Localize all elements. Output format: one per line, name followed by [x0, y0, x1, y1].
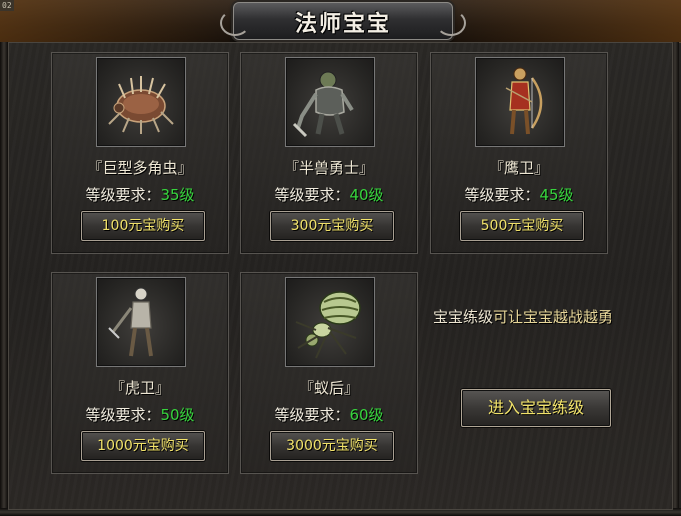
buy-button[interactable]: 300元宝购买 [270, 211, 394, 241]
requirement-label: 等级要求： [464, 186, 540, 204]
title-bar-flare-left [0, 0, 230, 42]
title-bar-flare-right [451, 0, 681, 42]
corner-tag: 02 [0, 0, 14, 11]
requirement-label: 等级要求： [85, 186, 161, 204]
buy-button[interactable]: 100元宝购买 [81, 211, 205, 241]
eagle-guard-archer-icon [475, 57, 565, 147]
pet-name: 『巨型多角虫』 [87, 159, 193, 177]
pet-name: 『虎卫』 [109, 379, 170, 397]
promo-part1: 宝宝练级 [433, 308, 494, 326]
buy-button[interactable]: 3000元宝购买 [270, 431, 394, 461]
frame-left-edge [0, 42, 8, 516]
orc-warrior-icon [285, 57, 375, 147]
level-requirement: 等级要求：50级 [52, 404, 228, 425]
pet-card-orc-warrior: 『半兽勇士』 等级要求：40级 300元宝购买 [240, 52, 418, 254]
required-level: 45级 [539, 186, 574, 204]
level-requirement: 等级要求：35级 [52, 184, 228, 205]
buy-button[interactable]: 500元宝购买 [460, 211, 584, 241]
giant-beetle-icon [96, 57, 186, 147]
pet-card-ant-queen: 『蚁后』 等级要求：60级 3000元宝购买 [240, 272, 418, 474]
window-title: 法师宝宝 [294, 12, 391, 37]
pet-name: 『半兽勇士』 [283, 159, 374, 177]
pet-card-tiger-guard: 『虎卫』 等级要求：50级 1000元宝购买 [51, 272, 229, 474]
training-promo-text: 宝宝练级可让宝宝越战越勇 [433, 306, 613, 327]
promo-part2: 可让宝宝越战越勇 [493, 308, 614, 326]
level-requirement: 等级要求：60级 [241, 404, 417, 425]
buy-button[interactable]: 1000元宝购买 [81, 431, 205, 461]
title-plate: 法师宝宝 [220, 2, 466, 40]
pet-card-giant-beetle: 『巨型多角虫』 等级要求：35级 100元宝购买 [51, 52, 229, 254]
required-level: 35级 [160, 186, 195, 204]
level-requirement: 等级要求：45级 [431, 184, 607, 205]
level-requirement: 等级要求：40级 [241, 184, 417, 205]
required-level: 50级 [160, 406, 195, 424]
pet-name: 『蚁后』 [298, 379, 359, 397]
pet-name: 『鹰卫』 [488, 159, 549, 177]
requirement-label: 等级要求： [274, 186, 350, 204]
requirement-label: 等级要求： [85, 406, 161, 424]
enter-training-button[interactable]: 进入宝宝练级 [461, 389, 611, 427]
tiger-guard-icon [96, 277, 186, 367]
pet-shop-window: 02 法师宝宝 『巨型多角虫』 等级要求：35级 100元宝购买 『半兽勇士』 … [0, 0, 681, 516]
required-level: 40级 [349, 186, 384, 204]
pet-card-eagle-guard: 『鹰卫』 等级要求：45级 500元宝购买 [430, 52, 608, 254]
required-level: 60级 [349, 406, 384, 424]
ant-queen-icon [285, 277, 375, 367]
requirement-label: 等级要求： [274, 406, 350, 424]
